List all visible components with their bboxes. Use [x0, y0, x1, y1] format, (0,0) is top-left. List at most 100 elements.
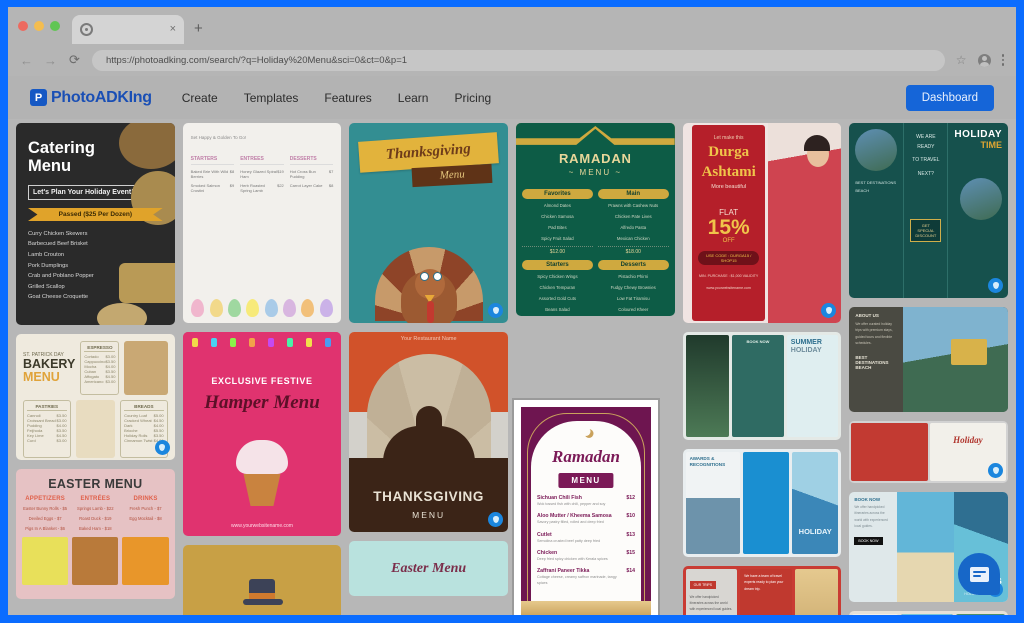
template-card-holiday-time[interactable]: BEST DESTINATIONS BEACH WE ARE READY TO …: [849, 123, 1008, 298]
temple-shape: [951, 338, 988, 365]
forward-button[interactable]: →: [44, 53, 57, 68]
bakery-bread-photo: [124, 341, 168, 395]
section-heading-2: BEST DESTINATIONS BEACH: [855, 354, 889, 370]
reload-button[interactable]: ⟳: [68, 52, 81, 68]
template-card-hamper-menu[interactable]: EXCLUSIVE FESTIVE Hamper Menu www.yourwe…: [182, 332, 342, 536]
section-heading: APPETIZERS: [25, 496, 65, 502]
menu-item-name: Zaffrani Paneer Tikka: [537, 568, 590, 575]
easter-eggs-columns: STARTERS Baked Brie With Wild Berries $8 …: [190, 156, 334, 193]
list-item: Almond Dates: [543, 203, 571, 208]
section-price: $18.00: [597, 245, 669, 255]
profile-avatar-icon[interactable]: [977, 53, 991, 67]
nav-item-templates[interactable]: Templates: [244, 91, 299, 105]
menu-row: Aloo Mutter / Kheema Samosa $10: [537, 513, 635, 519]
card-subtitle: Menu: [439, 168, 466, 182]
discount-button[interactable]: GET SPECIAL DISCOUNT: [910, 219, 942, 242]
selected-template-preview[interactable]: Ramadan MENU Sichuan Chili Fish $12 Wok …: [512, 398, 660, 615]
premium-badge-icon: [988, 463, 1003, 478]
menu-item-price: $3.00: [105, 379, 116, 384]
card-title-line2: HOLIDAY: [790, 346, 822, 354]
template-card-awards-holiday[interactable]: AWARDS & RECOGNITIONS HOLIDAY: [682, 449, 842, 557]
light-bulb-icon: [306, 338, 313, 347]
japan-temple-photo: [903, 307, 1008, 412]
crescent-moon-icon: [582, 427, 591, 436]
chat-widget-button[interactable]: [958, 553, 1000, 595]
menu-item-price: $15: [626, 550, 635, 557]
template-card-thanksgiving-dark[interactable]: Your Restaurant Name THANKSGIVING MENU: [349, 332, 508, 532]
section-heading: BOOK NOW: [854, 497, 881, 502]
card-title-line2: TIME: [980, 140, 1003, 150]
fine-print: MIN. PURCHASE : $1,000 VALIDITY: [699, 273, 759, 278]
close-window-button[interactable]: [18, 21, 28, 31]
cupcake-base-shape: [243, 474, 281, 506]
menu-item-price: $12: [626, 495, 635, 501]
card-title: Easter Menu: [391, 561, 467, 576]
address-bar[interactable]: https://photoadking.com/search/?q=Holida…: [92, 49, 945, 71]
light-bulb-icon: [287, 338, 294, 347]
template-card-bakery-menu[interactable]: ST. PATRICK DAY BAKERY MENU ESPRESSO Cor…: [16, 334, 175, 460]
template-card-easter-menu[interactable]: EASTER MENU APPETIZERS Easter Bunny Roll…: [16, 469, 175, 599]
grid-column-5: Let make this Durga Ashtami More beautif…: [682, 123, 842, 615]
destination-photo-circle: [960, 178, 1002, 220]
section-heading: Main: [597, 189, 669, 199]
card-title: HOLIDAY: [798, 527, 832, 536]
template-card-ramadan-green[interactable]: RAMADAN ~ MENU ~ Favorites Almond Dates …: [516, 123, 675, 316]
nav-item-pricing[interactable]: Pricing: [454, 91, 491, 105]
template-card-easter-eggs[interactable]: Set Happy & Golden To Go! STARTERS Baked…: [182, 123, 342, 323]
minimize-window-button[interactable]: [34, 21, 44, 31]
menu-item-price: $8: [229, 169, 235, 174]
template-card-travel-japan[interactable]: ABOUT US We offer curated holiday trips …: [849, 307, 1008, 412]
menu-item-price: $8: [328, 183, 334, 188]
grid-column-6: BEST DESTINATIONS BEACH WE ARE READY TO …: [849, 123, 1008, 615]
template-card-catering-menu[interactable]: Catering Menu Let's Plan Your Holiday Ev…: [16, 123, 175, 325]
template-card-easter-small[interactable]: Easter Menu: [349, 541, 508, 596]
browser-tab-strip: × +: [8, 7, 1016, 44]
template-card-summer-holiday[interactable]: BOOK NOW SUMMER HOLIDAY: [682, 332, 842, 440]
menu-row: Herb Roasted Spring Lamb $22: [240, 183, 284, 193]
card-title-line2: Ashtami: [701, 163, 756, 180]
menu-item-description: Savory pastry filled, rolled and deep fr…: [537, 520, 604, 525]
window-controls[interactable]: [18, 21, 60, 44]
food-photo: [72, 537, 119, 586]
card-url: www.yourwebsitename.com: [231, 523, 293, 529]
template-card-bridge-trips[interactable]: OUR TRIPS We offer handpicked itinerarie…: [682, 566, 842, 615]
enjoy-holiday-panel: HOLIDAY: [956, 614, 1005, 615]
template-card-thanksgiving-turkey[interactable]: Thanksgiving Menu: [349, 123, 508, 323]
menu-item-description: Deep fried spicy chicken with Kerala spi…: [537, 557, 608, 562]
new-tab-button[interactable]: +: [194, 20, 203, 44]
light-bulb-icon: [192, 338, 199, 347]
menu-row: Carrot Layer Cake $8: [290, 183, 334, 188]
book-now-button[interactable]: BOOK NOW: [854, 537, 883, 545]
close-tab-icon[interactable]: ×: [170, 24, 176, 35]
section-heading: DRINKS: [133, 496, 158, 502]
back-button[interactable]: ←: [20, 53, 33, 68]
easter-egg-row-decor: [183, 299, 342, 317]
template-card-holiday-small[interactable]: Holiday: [849, 421, 1008, 483]
holiday-offer-panel: HOLIDAY: [792, 452, 839, 554]
section-heading: ENTREES: [240, 156, 284, 165]
menu-item-description: Semolina crusted beef patty deep fried: [537, 538, 601, 543]
list-item: Fudgy Chewy Brownies: [610, 284, 656, 290]
nav-item-learn[interactable]: Learn: [398, 91, 429, 105]
site-logo[interactable]: P PhotoADKIng: [30, 89, 152, 107]
egg-icon: [282, 299, 296, 317]
browser-tab[interactable]: ×: [72, 15, 184, 44]
menu-item-price: $22: [277, 183, 284, 188]
cupcake-illustration: [234, 440, 290, 510]
list-item: Chicken Samosa: [541, 213, 574, 219]
bakery-bottom-row: PASTRIES Cannoli $3.50 Croissant Bread $3.…: [23, 400, 168, 458]
template-card-durga-ashtami[interactable]: Let make this Durga Ashtami More beautif…: [682, 123, 842, 323]
template-card-beach-holiday[interactable]: TIME TO TRAVEL Our biggest trips to expl…: [849, 611, 1008, 615]
list-item: Curry Chicken Skewers: [28, 230, 88, 237]
dashboard-button[interactable]: Dashboard: [905, 84, 994, 111]
booking-panel: BOOK NOW: [732, 335, 784, 437]
nav-item-create[interactable]: Create: [182, 91, 218, 105]
template-card-thanksgiving-hat[interactable]: Thanksgiving Menu: [182, 545, 342, 615]
maximize-window-button[interactable]: [50, 21, 60, 31]
browser-menu-icon[interactable]: [1001, 54, 1004, 66]
bookmark-star-icon[interactable]: ☆: [956, 53, 967, 67]
grid-column-1: Catering Menu Let's Plan Your Holiday Ev…: [16, 123, 175, 615]
section-heading: AWARDS & RECOGNITIONS: [689, 456, 726, 467]
card-title: THANKSGIVING: [373, 489, 485, 504]
nav-item-features[interactable]: Features: [324, 91, 371, 105]
